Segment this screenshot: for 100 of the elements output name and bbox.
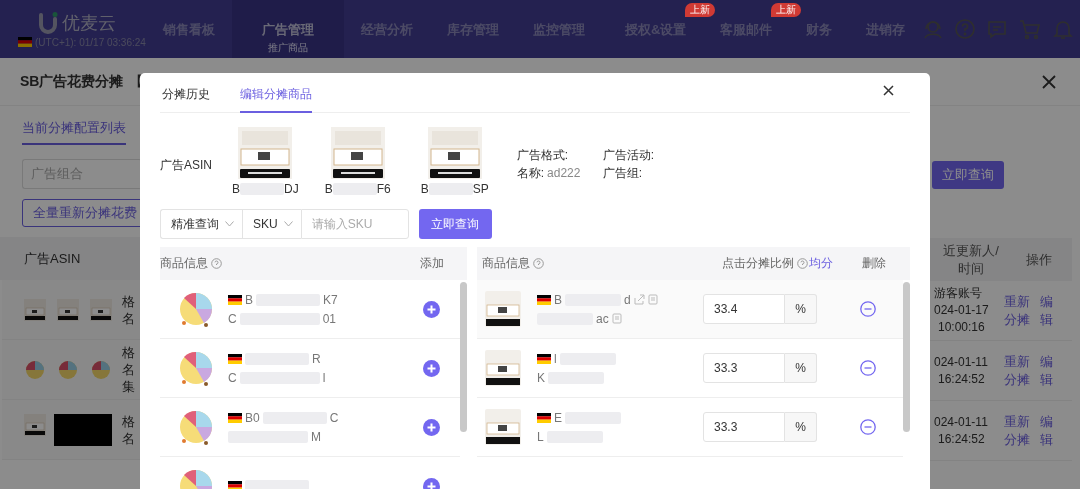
help-icon[interactable]	[533, 258, 544, 269]
germany-flag-icon	[537, 412, 551, 423]
copy-icon[interactable]	[611, 313, 622, 324]
bell-icon[interactable]	[1052, 18, 1075, 40]
kitchen-photo-placeholder	[427, 127, 482, 179]
table-header-cell: 操作	[1026, 250, 1052, 269]
percent-unit: %	[785, 412, 817, 442]
germany-flag-icon	[228, 412, 242, 423]
updater-text: 游客账号	[934, 285, 982, 302]
scrollbar-thumb[interactable]	[903, 282, 910, 432]
ad-info-text: 广告活动:	[602, 147, 656, 164]
chevron-down-icon	[225, 221, 234, 227]
field-select[interactable]: SKU	[242, 209, 301, 239]
time-text: 16:24:52	[937, 430, 985, 448]
plus-circle-icon[interactable]	[423, 300, 440, 318]
asin-text: B	[245, 292, 253, 307]
asin-text: SP	[472, 182, 489, 196]
nav-tab[interactable]: 广告管理 推广商品	[231, 0, 344, 58]
plus-circle-icon[interactable]	[423, 418, 440, 436]
scrollbar-thumb[interactable]	[460, 282, 467, 432]
copy-icon[interactable]	[647, 294, 658, 305]
help-icon[interactable]	[211, 258, 222, 269]
time-text: 10:00:16	[937, 319, 985, 336]
sku-text: C	[228, 370, 237, 385]
split-evenly-link[interactable]: 均分	[809, 255, 833, 272]
photo-placeholder	[54, 413, 112, 446]
dialog-tab[interactable]: 分摊历史	[162, 73, 210, 113]
color-fan-photo-placeholder	[24, 358, 46, 381]
asin-text: B0	[245, 410, 260, 425]
edit-link[interactable]: 编辑	[1040, 352, 1053, 389]
format-text: 名	[122, 361, 135, 378]
ratio-input-field[interactable]: 33.3	[703, 412, 785, 442]
format-text: 名	[122, 429, 135, 447]
asin-text: d	[624, 292, 631, 307]
table-row[interactable]: B d ac 33.4 %	[477, 280, 903, 339]
minus-circle-icon[interactable]	[860, 301, 876, 317]
headset-icon[interactable]	[922, 18, 945, 40]
table-header-cell: 删除	[862, 255, 886, 272]
message-icon[interactable]	[986, 18, 1009, 40]
reallocate-link[interactable]: 重新分摊	[1004, 292, 1030, 329]
table-header-cell: 商品信息	[482, 255, 530, 272]
kitchen-photo-placeholder	[330, 127, 385, 179]
asin-text: E	[554, 410, 562, 425]
reallocate-link[interactable]: 重新分摊	[1004, 352, 1030, 389]
dialog-tab[interactable]: 编辑分摊商品	[240, 73, 312, 113]
table-header-cell-text: 近更新人/ 时间	[942, 241, 1000, 278]
query-button[interactable]: 立即查询	[932, 161, 1004, 189]
logo-icon	[38, 11, 58, 34]
help-icon[interactable]	[954, 18, 977, 40]
kitchen-photo-placeholder	[238, 127, 293, 179]
query-button[interactable]: 立即查询	[418, 209, 492, 239]
ratio-input-field[interactable]: 33.3	[703, 353, 785, 383]
chevron-down-icon	[283, 221, 293, 227]
logo-text: 优麦云	[62, 11, 116, 35]
sku-text: M	[311, 429, 321, 444]
sku-text: K	[537, 370, 545, 385]
ad-info-text: 名称: ad222	[516, 165, 582, 182]
format-text: 集	[122, 378, 135, 395]
close-icon[interactable]	[1042, 74, 1056, 89]
kitchen-photo-placeholder	[24, 298, 46, 321]
cart-icon[interactable]	[1018, 18, 1043, 40]
sku-text: 01	[322, 311, 337, 326]
format-text: 名	[122, 309, 135, 327]
minus-circle-icon[interactable]	[860, 360, 876, 376]
minus-circle-icon[interactable]	[860, 419, 876, 435]
page-title-bracket: 【	[129, 72, 144, 91]
ad-info-text: 广告组:	[602, 165, 644, 182]
kitchen-photo-placeholder	[485, 291, 521, 327]
sku-text: C	[228, 311, 237, 326]
ratio-input-field[interactable]: 33.4	[703, 294, 785, 324]
edit-link[interactable]: 编辑	[1040, 292, 1053, 329]
sku-input-field[interactable]: 请输入SKU	[300, 209, 409, 239]
germany-flag-icon	[228, 294, 242, 305]
asin-text: F6	[376, 182, 391, 196]
table-header-cell: 点击分摊比例	[722, 255, 794, 272]
table-row[interactable]: E L 33.3 %	[477, 398, 903, 457]
kitchen-photo-placeholder	[57, 298, 79, 321]
kitchen-photo-placeholder	[485, 409, 521, 445]
new-badge: 上新	[685, 3, 716, 17]
asin-text: B	[324, 182, 333, 196]
asin-text: l	[554, 351, 557, 366]
time-text: 16:24:52	[937, 370, 985, 388]
format-text: 格	[122, 344, 135, 361]
format-text: 格	[122, 292, 135, 310]
date-text: 024-01-11	[934, 413, 988, 431]
help-icon[interactable]	[797, 258, 808, 269]
germany-flag-icon	[537, 294, 551, 305]
color-fan-photo-placeholder	[57, 358, 79, 381]
reallocate-link[interactable]: 重新分摊	[1004, 412, 1030, 449]
table-row[interactable]: l K 33.3 %	[477, 339, 903, 398]
edit-link[interactable]: 编辑	[1040, 412, 1053, 449]
plus-circle-icon[interactable]	[423, 359, 440, 377]
germany-flag-icon	[228, 481, 242, 489]
germany-flag-icon	[228, 353, 242, 364]
share-icon[interactable]	[633, 294, 645, 305]
asin-text: B	[554, 292, 562, 307]
list-tab[interactable]: 当前分摊配置列表	[22, 119, 126, 145]
close-icon[interactable]	[883, 85, 894, 96]
asin-text: B	[232, 182, 240, 196]
match-mode-select[interactable]: 精准查询	[160, 209, 242, 239]
